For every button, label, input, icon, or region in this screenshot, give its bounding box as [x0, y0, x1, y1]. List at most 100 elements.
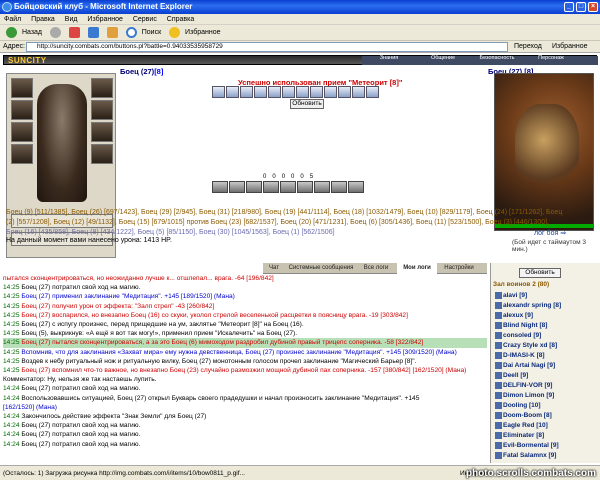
player-list-name: Dooling [10]	[503, 402, 541, 409]
player-list-name: Fatal Salamnx [9]	[503, 452, 557, 459]
action-icon[interactable]	[246, 181, 262, 193]
equip-slot[interactable]	[91, 78, 113, 98]
chat-text: Воздев к небу ритуальный нож и ритуальну…	[21, 357, 417, 365]
action-icon[interactable]	[297, 181, 313, 193]
skill-icon[interactable]	[226, 86, 239, 98]
go-button[interactable]: Переход	[514, 41, 542, 53]
back-arrow-icon	[6, 26, 17, 38]
player-list-item[interactable]: Deell [9]	[495, 371, 528, 380]
menu-favorites[interactable]: Избранное	[87, 16, 122, 23]
maximize-button[interactable]: □	[576, 2, 586, 12]
chat-line: 14:25 Боец (27) пытался сконцентрировать…	[3, 338, 487, 348]
player-list-item[interactable]: alexux [9]	[495, 311, 533, 320]
player-list-item[interactable]: Eagle Red [10]	[495, 421, 548, 430]
player-list-item[interactable]: Dooling [10]	[495, 401, 541, 410]
chat-line: 14:25 Боец (27) получил урон от эффекта:…	[3, 302, 487, 311]
skill-icon[interactable]	[254, 86, 267, 98]
player-list-name: alexandr spring [8]	[503, 302, 562, 309]
clan-icon	[495, 431, 502, 439]
tab-chat[interactable]: Чат	[263, 263, 285, 274]
forward-button[interactable]	[47, 25, 61, 41]
menu-tools[interactable]: Сервис	[133, 16, 157, 23]
chat-time: 14:25	[3, 293, 20, 301]
address-bar: Адрес: http://suncity.combats.com/button…	[0, 41, 600, 53]
action-icon[interactable]	[229, 181, 245, 193]
chat-text: Боец (27) потратил свой ход на магию.	[21, 422, 141, 430]
player-list-item[interactable]: Doom-Boom [8]	[495, 411, 552, 420]
action-icon[interactable]	[212, 181, 228, 193]
link-chat[interactable]: Общение	[416, 55, 470, 61]
search-button[interactable]: Поиск	[123, 25, 161, 41]
player-list-item[interactable]: Crazy Style xd [8]	[495, 341, 557, 350]
close-button[interactable]: ×	[588, 2, 598, 12]
skill-icon[interactable]	[268, 86, 281, 98]
timeout-info: (Бой идет с таймаутом 3 мин.)	[512, 239, 586, 253]
favorites-button[interactable]: Избранное	[166, 25, 221, 41]
player-list-item[interactable]: Evil-Bormental [9]	[495, 441, 559, 450]
watermark: photo.scrolls.combats.com	[465, 468, 596, 479]
link-character[interactable]: Персонаж	[524, 55, 578, 61]
equip-slot[interactable]	[11, 100, 33, 120]
skill-icon[interactable]	[338, 86, 351, 98]
skill-icon[interactable]	[310, 86, 323, 98]
refresh-button[interactable]	[85, 25, 99, 41]
player-list-item[interactable]: Eliminater [8]	[495, 431, 544, 440]
skill-icon[interactable]	[324, 86, 337, 98]
menu-file[interactable]: Файл	[4, 16, 21, 23]
chat-line: 14:24 Боец (27) потратил свой ход на маг…	[3, 440, 487, 449]
chat-line: 14:24 Закончилось действие эффекта "Знак…	[3, 412, 487, 421]
action-icon[interactable]	[263, 181, 279, 193]
player-list-item[interactable]: DELFIN-VOR [9]	[495, 381, 552, 390]
tab-all-logs[interactable]: Все логи	[357, 263, 395, 274]
skill-icon[interactable]	[296, 86, 309, 98]
player-avatar	[37, 84, 87, 202]
equip-slot[interactable]	[11, 122, 33, 142]
player-list-item[interactable]: Fatal Salamnx [9]	[495, 451, 556, 460]
action-icon[interactable]	[331, 181, 347, 193]
link-security[interactable]: Безопасность	[470, 55, 524, 61]
menu-view[interactable]: Вид	[65, 16, 78, 23]
menu-bar: Файл Правка Вид Избранное Сервис Справка	[0, 14, 600, 25]
link-knowledge[interactable]: Знания	[362, 55, 416, 61]
chat-line: Комментатор: Ну, нельзя же так настаешь …	[3, 375, 487, 384]
player-list-item[interactable]: consoled [9]	[495, 331, 541, 340]
battle-log-link[interactable]: лог боя ⇒	[534, 229, 566, 237]
equip-slot[interactable]	[91, 144, 113, 164]
skill-icon[interactable]	[366, 86, 379, 98]
player-list-item[interactable]: alavi [9]	[495, 291, 527, 300]
action-icon[interactable]	[314, 181, 330, 193]
action-icon[interactable]	[280, 181, 296, 193]
tab-my-logs[interactable]: Мои логи	[397, 263, 437, 274]
address-input[interactable]: http://suncity.combats.com/buttons.pl?ba…	[26, 42, 508, 52]
chat-time: 14:25	[3, 367, 20, 375]
player-list-item[interactable]: Dimon Limon [9]	[495, 391, 554, 400]
favorites-label[interactable]: Избранное	[552, 41, 587, 53]
player-list-item[interactable]: D-IMASI-K [8]	[495, 351, 545, 360]
clan-icon	[495, 311, 502, 319]
menu-help[interactable]: Справка	[167, 16, 194, 23]
refresh-players-button[interactable]: Обновить	[519, 268, 561, 278]
tab-settings[interactable]: Настройки	[439, 263, 479, 274]
player-list-item[interactable]: alexandr spring [8]	[495, 301, 561, 310]
back-button[interactable]: Назад	[3, 25, 42, 41]
skill-icon[interactable]	[212, 86, 225, 98]
player-list-item[interactable]: Dai Artai Nagi [9]	[495, 361, 555, 370]
chat-text: Вспомнив, что для заклинания «Захват мир…	[21, 348, 457, 356]
skill-icon[interactable]	[282, 86, 295, 98]
equip-slot[interactable]	[91, 100, 113, 120]
action-icon[interactable]	[348, 181, 364, 193]
minimize-button[interactable]: _	[564, 2, 574, 12]
skill-icon[interactable]	[240, 86, 253, 98]
room-title: Зал воинов 2 (80)	[493, 281, 550, 288]
update-button[interactable]: Обновить	[290, 99, 324, 109]
equip-slot[interactable]	[11, 78, 33, 98]
equip-slot[interactable]	[91, 122, 113, 142]
clan-icon	[495, 321, 502, 329]
skill-icon[interactable]	[352, 86, 365, 98]
tab-system[interactable]: Системные сообщения	[287, 263, 355, 274]
player-list-item[interactable]: Blind Night [8]	[495, 321, 547, 330]
menu-edit[interactable]: Правка	[31, 16, 55, 23]
stop-button[interactable]	[66, 25, 80, 41]
equip-slot[interactable]	[11, 144, 33, 164]
home-button[interactable]	[104, 25, 118, 41]
